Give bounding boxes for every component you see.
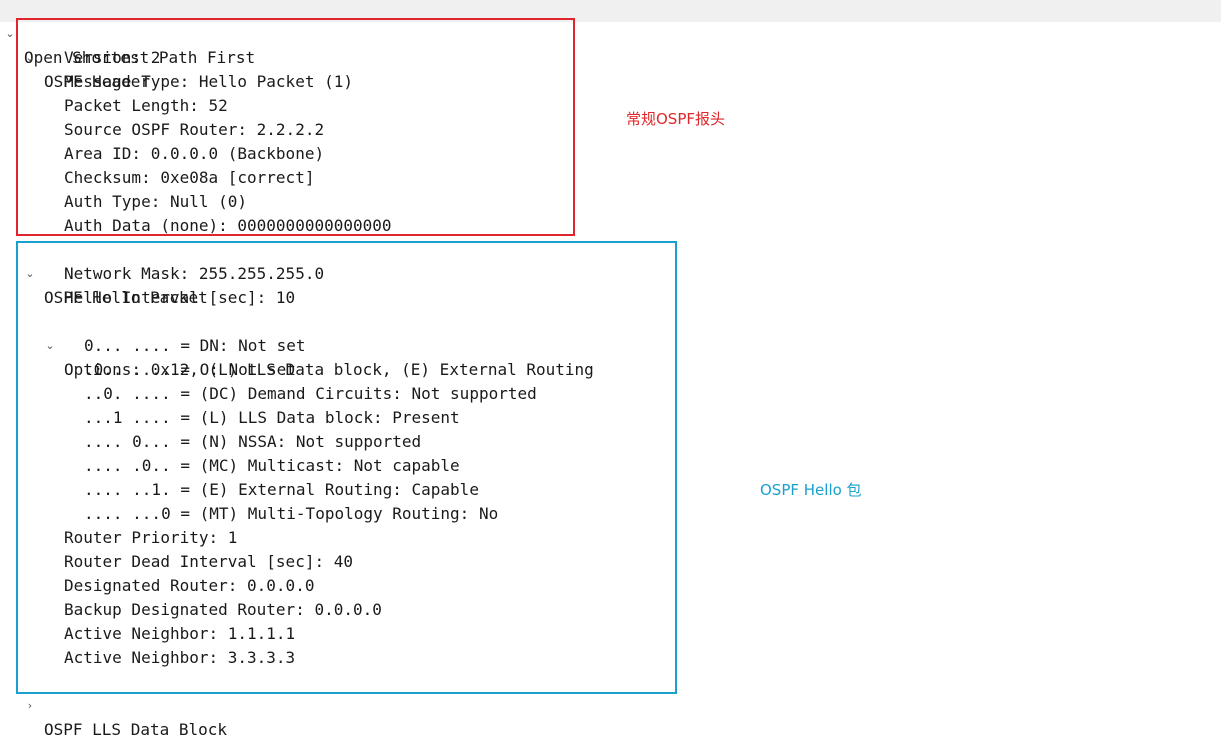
hello-highlight-frame: [16, 241, 677, 694]
chevron-right-icon[interactable]: ›: [22, 694, 38, 718]
hello-annotation: OSPF Hello 包: [760, 481, 862, 499]
header-annotation: 常规OSPF报头: [626, 110, 726, 128]
header-highlight-frame: [16, 18, 575, 236]
lls-label: OSPF LLS Data Block: [44, 720, 228, 739]
